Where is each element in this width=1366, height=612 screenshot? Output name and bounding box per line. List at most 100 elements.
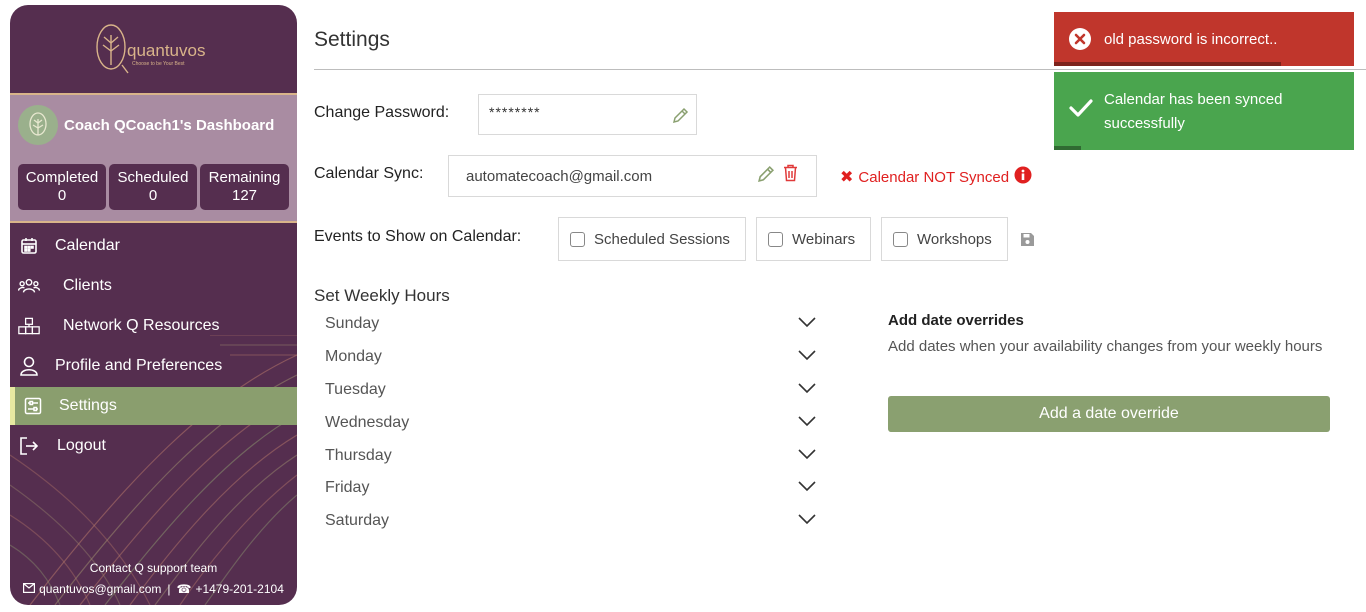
day-row-wednesday[interactable]: Wednesday (314, 408, 824, 441)
divider (10, 221, 297, 223)
change-password-label: Change Password: (314, 104, 450, 121)
day-label: Thursday (325, 447, 392, 464)
sync-status-text: Calendar NOT Synced (858, 168, 1010, 186)
sidebar-item-clients[interactable]: Clients (10, 267, 297, 305)
error-toast[interactable]: old password is incorrect.. (1054, 12, 1354, 66)
edit-icon[interactable] (672, 107, 689, 129)
sidebar-item-logout[interactable]: Logout (10, 427, 297, 465)
user-icon (18, 355, 40, 377)
calendar-sync-label: Calendar Sync: (314, 165, 424, 182)
sidebar: quantuvos Choose to be Your Best Coach Q… (10, 5, 297, 605)
stat-value: 0 (148, 187, 158, 204)
error-circle-icon (1069, 28, 1091, 54)
page-title: Settings (314, 28, 390, 51)
day-label: Monday (325, 348, 382, 365)
settings-icon (22, 395, 44, 417)
sidebar-item-label: Network Q Resources (63, 317, 220, 334)
mail-icon (23, 582, 36, 596)
checkbox-label: Webinars (792, 230, 856, 248)
sidebar-item-label: Logout (57, 437, 106, 454)
users-icon (18, 275, 40, 297)
logo[interactable]: quantuvos Choose to be Your Best (10, 5, 297, 94)
day-label: Friday (325, 479, 370, 496)
coach-summary: Coach QCoach1's Dashboard Completed 0 Sc… (10, 95, 297, 221)
toast-progress (1054, 146, 1081, 150)
password-field[interactable]: ******** (478, 94, 697, 135)
contact-info: quantuvos@gmail.com | ☎ +1479-201-2104 (10, 582, 297, 596)
checkbox-label: Workshops (917, 230, 992, 248)
checkbox-label: Scheduled Sessions (594, 230, 730, 248)
day-label: Sunday (325, 315, 380, 332)
network-icon (18, 315, 40, 337)
info-icon[interactable] (1014, 166, 1032, 188)
sidebar-item-label: Profile and Preferences (55, 357, 223, 374)
day-row-tuesday[interactable]: Tuesday (314, 375, 824, 408)
checkbox[interactable] (893, 231, 908, 247)
chevron-down-icon[interactable] (798, 381, 816, 395)
calendar-email-value: automatecoach@gmail.com (466, 168, 653, 185)
avatar (18, 105, 58, 145)
weekly-hours-title: Set Weekly Hours (314, 286, 450, 305)
day-row-saturday[interactable]: Saturday (314, 506, 824, 539)
sync-status: ✖ Calendar NOT Synced (840, 166, 1032, 188)
logo-text: quantuvos (127, 41, 206, 60)
sidebar-item-label: Settings (59, 397, 117, 414)
contact-email[interactable]: quantuvos@gmail.com (39, 582, 161, 596)
toast-message: old password is incorrect.. (1104, 31, 1278, 48)
stat-label: Remaining (208, 169, 281, 186)
sidebar-item-label: Calendar (55, 237, 120, 254)
calendar-icon (18, 235, 40, 257)
save-icon[interactable] (1020, 232, 1035, 252)
chevron-down-icon[interactable] (798, 447, 816, 461)
sidebar-item-label: Clients (63, 277, 112, 294)
chevron-down-icon[interactable] (798, 512, 816, 526)
chevron-down-icon[interactable] (798, 315, 816, 329)
contact-phone[interactable]: +1479-201-2104 (195, 582, 283, 596)
chevron-down-icon[interactable] (798, 479, 816, 493)
trash-icon[interactable] (783, 164, 798, 187)
stat-completed: Completed 0 (18, 164, 106, 210)
sidebar-item-calendar[interactable]: Calendar (10, 227, 297, 265)
add-date-override-button[interactable]: Add a date override (888, 396, 1330, 432)
checkbox-scheduled-sessions[interactable]: Scheduled Sessions (558, 217, 746, 261)
logout-icon (18, 435, 40, 457)
stat-label: Completed (25, 169, 99, 186)
coach-name: Coach QCoach1's Dashboard (64, 117, 275, 134)
chevron-down-icon[interactable] (798, 348, 816, 362)
day-label: Tuesday (325, 381, 386, 398)
toast-message: Calendar has been synced successfully (1104, 91, 1283, 132)
phone-icon: ☎ (176, 582, 192, 596)
day-row-sunday[interactable]: Sunday (314, 309, 824, 342)
sidebar-item-network-q-resources[interactable]: Network Q Resources (10, 307, 297, 345)
sidebar-item-profile-and-preferences[interactable]: Profile and Preferences (10, 347, 297, 385)
divider: | (167, 582, 171, 596)
checkbox-webinars[interactable]: Webinars (756, 217, 871, 261)
stat-remaining: Remaining 127 (200, 164, 289, 210)
stat-scheduled: Scheduled 0 (109, 164, 197, 210)
stat-value: 127 (231, 187, 258, 204)
stat-value: 0 (57, 187, 67, 204)
day-label: Wednesday (325, 414, 410, 431)
checkbox-workshops[interactable]: Workshops (881, 217, 1008, 261)
toast-progress (1054, 62, 1281, 66)
x-icon: ✖ (840, 169, 854, 186)
date-overrides-description: Add dates when your availability changes… (888, 338, 1323, 355)
events-label: Events to Show on Calendar: (314, 228, 522, 245)
logo-tagline: Choose to be Your Best (132, 61, 185, 67)
date-overrides-title: Add date overrides (888, 312, 1024, 329)
calendar-email-field[interactable]: automatecoach@gmail.com (448, 155, 817, 197)
checkmark-icon (1069, 98, 1093, 122)
checkbox[interactable] (570, 231, 585, 247)
chevron-down-icon[interactable] (798, 414, 816, 428)
checkbox[interactable] (768, 231, 783, 247)
stat-label: Scheduled (117, 169, 189, 186)
day-row-friday[interactable]: Friday (314, 473, 824, 506)
day-row-monday[interactable]: Monday (314, 342, 824, 375)
success-toast[interactable]: Calendar has been synced successfully (1054, 72, 1354, 150)
contact-title: Contact Q support team (89, 561, 218, 575)
edit-icon[interactable] (757, 165, 775, 188)
day-row-thursday[interactable]: Thursday (314, 441, 824, 474)
divider (314, 69, 1366, 70)
sidebar-item-settings[interactable]: Settings (10, 387, 297, 425)
password-value: ******** (489, 104, 541, 120)
